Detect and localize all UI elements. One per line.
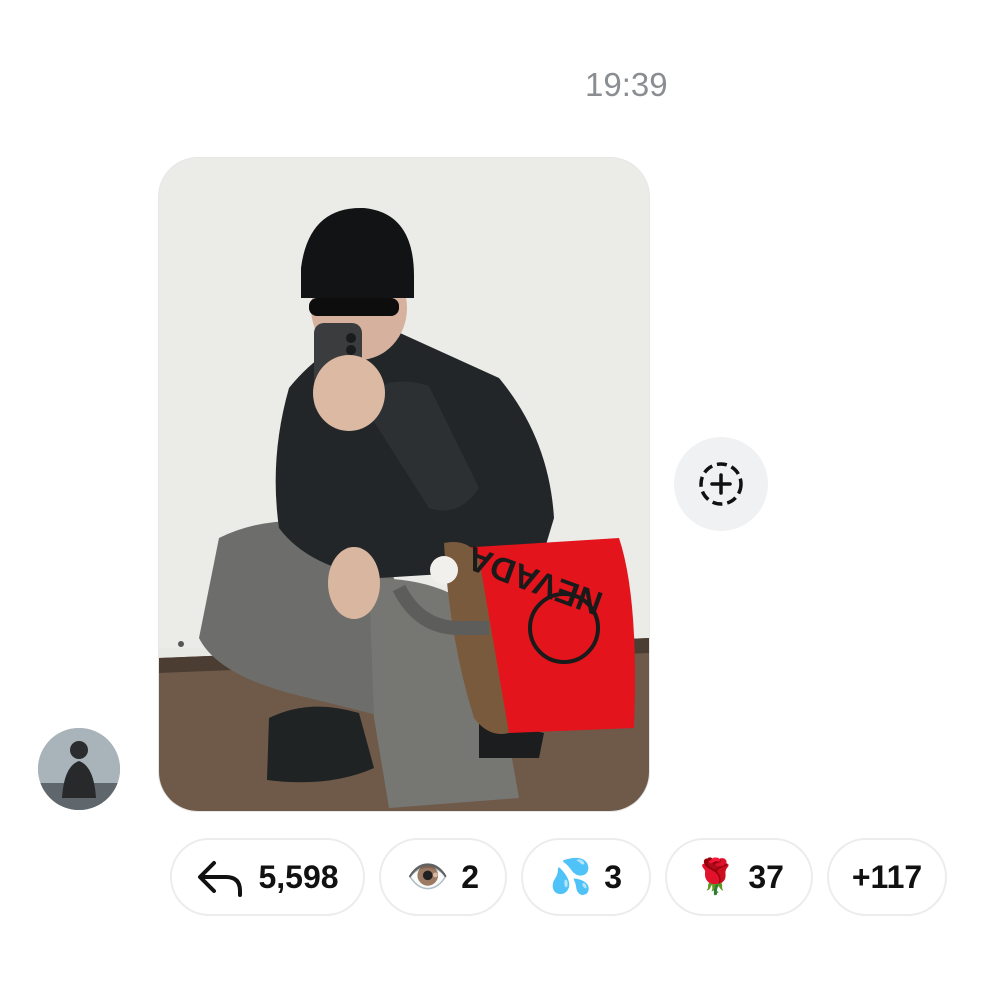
reaction-rose-pill[interactable]: 🌹 37	[665, 838, 813, 916]
reply-arrow-icon	[196, 857, 246, 897]
add-reaction-button[interactable]	[674, 437, 768, 531]
eye-emoji-icon: 👁️	[406, 858, 450, 896]
sweat-droplets-emoji-icon: 💦	[549, 858, 593, 896]
reply-count: 5,598	[258, 858, 339, 895]
reaction-droplets-count: 3	[604, 858, 623, 895]
reaction-eye-pill[interactable]: 👁️ 2	[379, 838, 507, 916]
avatar-image	[38, 728, 120, 810]
reply-count-pill[interactable]: 5,598	[170, 838, 365, 916]
add-reaction-icon	[699, 462, 743, 506]
message-photo[interactable]: NEVADA	[158, 157, 650, 812]
reaction-bar: 5,598 👁️ 2 💦 3 🌹 37 +117	[170, 838, 947, 916]
reaction-droplets-pill[interactable]: 💦 3	[521, 838, 651, 916]
rose-emoji-icon: 🌹	[694, 858, 737, 896]
reaction-rose-count: 37	[748, 858, 784, 895]
sender-avatar[interactable]	[38, 728, 120, 810]
reaction-eye-count: 2	[461, 858, 480, 895]
message-timestamp: 19:39	[585, 66, 668, 103]
photo-illustration: NEVADA	[159, 158, 649, 811]
more-reactions-count: +117	[851, 858, 923, 895]
more-reactions-pill[interactable]: +117	[827, 838, 947, 916]
